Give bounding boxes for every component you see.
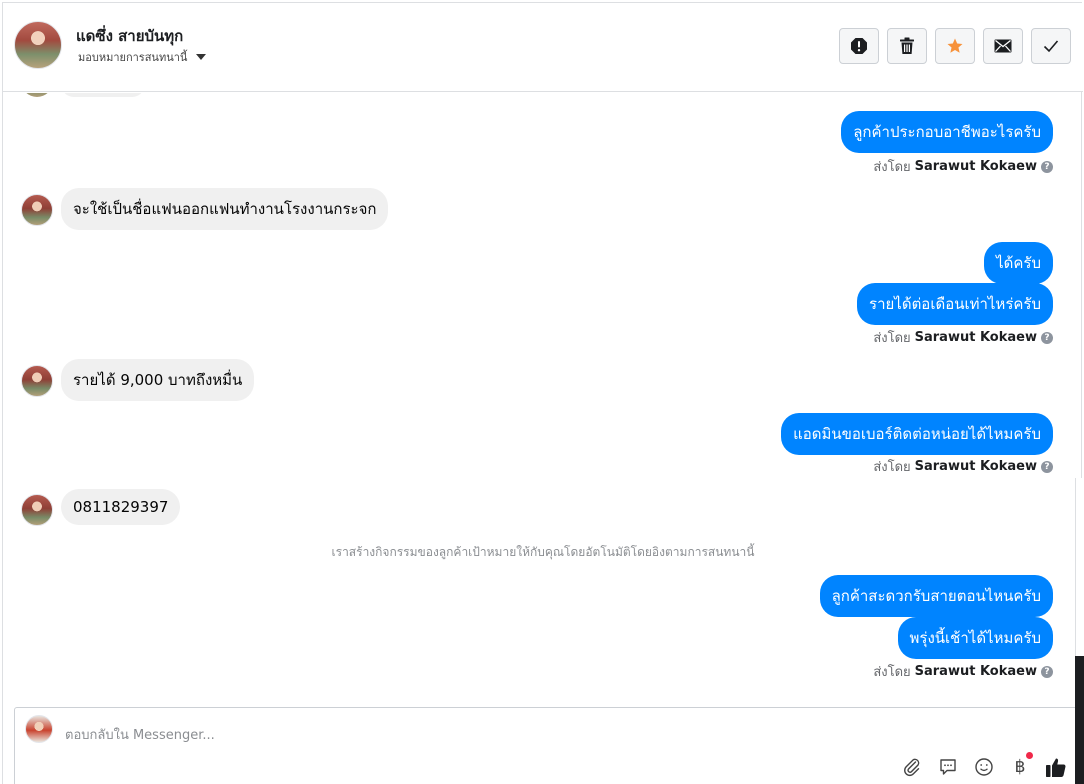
system-note: เราสร้างกิจกรรมของลูกค้าเป้าหมายให้กับคุ… [331,545,755,559]
contact-avatar-small [21,93,53,97]
sender-name: Sarawut Kokaew [914,664,1037,679]
question-icon[interactable]: ? [1041,460,1053,473]
outgoing-message-bubble[interactable]: พรุ่งนี้เช้าได้ไหมครับ [897,617,1053,659]
exclamation-circle-icon [851,38,867,54]
sender-name: Sarawut Kokaew [914,159,1037,174]
thumbs-up-icon [1046,758,1066,777]
sent-by-label: ส่งโดย Sarawut Kokaew ? [873,661,1053,682]
mark-done-button[interactable] [1031,28,1071,64]
baht-icon: ฿ [1014,757,1026,777]
contact-avatar-small[interactable] [21,194,53,226]
caret-down-icon [196,54,207,60]
sent-by-label: ส่งโดย Sarawut Kokaew ? [873,456,1053,477]
incoming-message-bubble[interactable]: รายได้ 9,000 บาทถึงหมื่น [61,359,255,401]
question-icon[interactable]: ? [1041,160,1053,173]
outgoing-message-bubble[interactable]: ได้ครับ [984,242,1053,284]
like-button[interactable] [1045,756,1067,778]
contact-avatar-small[interactable] [21,365,53,397]
attach-button[interactable] [901,756,923,778]
contact-avatar[interactable] [14,21,62,69]
conversation-header: แดซึ่ง สายบันทุก มอบหมายการสนทนานี้ [3,3,1083,92]
sent-by-prefix: ส่งโดย [873,665,911,680]
paperclip-icon [904,758,920,777]
saved-replies-button[interactable] [937,756,959,778]
outgoing-message-bubble[interactable]: รายได้ต่อเดือนเท่าไหร่ครับ [857,283,1053,325]
conversation-panel: แดซึ่ง สายบันทุก มอบหมายการสนทนานี้ ลูกค… [2,2,1083,784]
question-icon[interactable]: ? [1041,665,1053,678]
page-avatar [25,715,53,743]
check-icon [1043,40,1059,53]
star-icon [947,38,963,53]
contact-avatar-small[interactable] [21,494,53,526]
delete-button[interactable] [887,28,927,64]
question-icon[interactable]: ? [1041,331,1053,344]
sent-by-prefix: ส่งโดย [873,160,911,175]
star-button[interactable] [935,28,975,64]
incoming-message-bubble[interactable] [61,93,145,97]
mark-unread-button[interactable] [983,28,1023,64]
reply-composer[interactable]: ตอบกลับใน Messenger... ฿ [14,707,1078,784]
sent-by-prefix: ส่งโดย [873,331,911,346]
outgoing-message-bubble[interactable]: ลูกค้าประกอบอาชีพอะไรครับ [841,111,1053,153]
sent-by-prefix: ส่งโดย [873,460,911,475]
assign-conversation-dropdown[interactable]: มอบหมายการสนทนานี้ [78,48,207,66]
sender-name: Sarawut Kokaew [914,330,1037,345]
header-actions [839,28,1071,64]
sender-name: Sarawut Kokaew [914,459,1037,474]
envelope-icon [994,39,1012,53]
payment-button[interactable]: ฿ [1009,752,1033,778]
outgoing-message-bubble[interactable]: แอดมินขอเบอร์ติดต่อหน่อยได้ไหมครับ [781,413,1053,455]
report-button[interactable] [839,28,879,64]
adjacent-panel-edge-dark [1075,656,1084,784]
outgoing-message-bubble[interactable]: ลูกค้าสะดวกรับสายตอนไหนครับ [819,575,1053,617]
message-list[interactable]: ลูกค้าประกอบอาชีพอะไรครับ ส่งโดย Sarawut… [3,93,1083,693]
sent-by-label: ส่งโดย Sarawut Kokaew ? [873,156,1053,177]
composer-tools: ฿ [901,752,1067,778]
emoji-button[interactable] [973,756,995,778]
contact-name[interactable]: แดซึ่ง สายบันทุก [76,24,183,48]
smiley-icon [975,758,993,776]
incoming-message-bubble[interactable]: จะใช้เป็นชื่อแฟนออกแฟนทำงานโรงงานกระจก [61,188,389,230]
chat-bubble-icon [940,759,956,775]
reply-input[interactable]: ตอบกลับใน Messenger... [65,724,215,745]
sent-by-label: ส่งโดย Sarawut Kokaew ? [873,327,1053,348]
trash-icon [900,37,914,54]
incoming-message-bubble[interactable]: 0811829397 [61,489,181,525]
assign-label: มอบหมายการสนทนานี้ [78,51,188,64]
notification-dot [1026,752,1033,759]
